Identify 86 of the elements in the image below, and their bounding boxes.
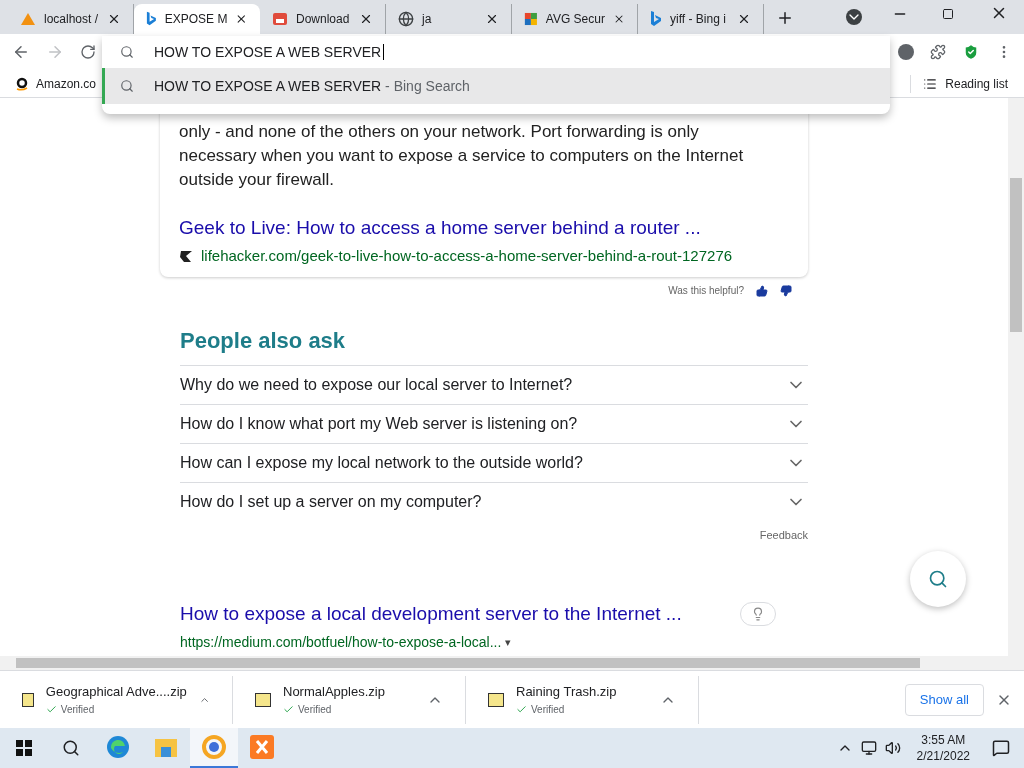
browser-tab[interactable]: AVG Secur <box>512 4 638 34</box>
search-icon <box>928 569 948 589</box>
store-icon <box>272 11 288 27</box>
question-row[interactable]: How can I expose my local network to the outside world? <box>180 443 808 482</box>
status-label: Verified <box>60 702 95 717</box>
caret-icon[interactable]: ▾ <box>505 634 512 651</box>
b-logo-icon <box>650 11 662 27</box>
lightbulb-icon <box>751 606 765 621</box>
zip-file-icon <box>488 692 504 707</box>
question-row[interactable]: How do I set up a server on my computer? <box>180 482 808 521</box>
list-icon <box>923 76 938 91</box>
restore-icon[interactable] <box>942 8 954 20</box>
check-icon <box>516 703 527 715</box>
tab-title: EXPOSE M <box>164 11 228 28</box>
file-name: NormalApples.zip <box>283 683 386 702</box>
tab-title: ja <box>422 11 433 28</box>
thumbs-up-icon[interactable] <box>756 284 768 297</box>
reading-list-button[interactable]: Reading list <box>910 74 1008 93</box>
shield-icon[interactable] <box>962 43 980 61</box>
show-all-button[interactable]: Show all <box>904 683 984 716</box>
result-url: https://medium.com/botfuel/how-to-expose-a-local... <box>180 633 502 652</box>
close-icon[interactable] <box>485 12 499 26</box>
download-item[interactable]: Geographical Adve....zip Verified <box>0 675 233 724</box>
result-link[interactable]: Geek to Live: How to access a home server behind a router ... <box>179 214 789 243</box>
check-icon <box>283 703 294 715</box>
status-label: Verified <box>531 702 565 717</box>
tab-title: AVG Secur <box>545 11 605 28</box>
result-url: lifehacker.com/geek-to-live-how-to-access-a-home-server-behind-a-rout-127276 <box>201 245 733 266</box>
vertical-scrollbar[interactable] <box>1008 98 1024 656</box>
extensions-icon[interactable] <box>930 44 946 60</box>
amazon-logo-icon <box>16 76 28 91</box>
tab-title: localhost / <box>44 11 99 28</box>
search-icon <box>120 45 134 59</box>
volume-icon[interactable] <box>884 740 901 756</box>
file-name: Raining Trash.zip <box>516 683 618 702</box>
bookmark-label: Amazon.co <box>36 75 97 93</box>
search-icon[interactable] <box>62 739 80 757</box>
new-tab-icon[interactable] <box>776 9 794 27</box>
edge-logo-icon <box>106 735 130 759</box>
question-row[interactable]: Why do we need to expose our local server to Internet? <box>180 365 808 404</box>
suggestion-row[interactable]: HOW TO EXPOSE A WEB SERVER - Bing Search <box>102 68 890 104</box>
xampp-logo-icon <box>250 735 274 759</box>
feedback-link[interactable]: Feedback <box>759 527 808 544</box>
suggestion-text: HOW TO EXPOSE A WEB SERVER - Bing Search <box>154 76 470 96</box>
status-label: Verified <box>298 702 332 717</box>
snippet-text: only - and none of the others on your network. Port forwarding is only necessary when you want to expose a service to computers on the Internet outside your firewall. <box>179 121 745 191</box>
network-icon[interactable] <box>860 740 877 756</box>
browser-tab[interactable]: yiff - Bing i <box>638 4 764 34</box>
sail-logo-icon <box>20 12 36 26</box>
section-heading: People also ask <box>180 327 347 355</box>
zip-file-icon <box>22 692 34 707</box>
browser-logo-icon <box>202 735 226 759</box>
browser-tab[interactable]: ja <box>386 4 512 34</box>
file-name: Geographical Adve....zip <box>45 683 187 702</box>
result-link[interactable]: How to expose a local development server to the Internet ... <box>180 599 682 628</box>
close-icon[interactable] <box>737 12 751 26</box>
tab-title: yiff - Bing i <box>670 11 727 28</box>
notification-icon[interactable] <box>992 739 1010 757</box>
browser-tab[interactable]: EXPOSE M <box>134 4 260 34</box>
search-icon <box>120 79 134 93</box>
lifehacker-logo-icon <box>179 248 193 263</box>
b-logo-icon <box>146 11 157 27</box>
horizontal-scrollbar[interactable] <box>0 656 1024 670</box>
zip-file-icon <box>255 692 271 707</box>
browser-tab[interactable]: Download <box>260 4 386 34</box>
bookmark-link[interactable]: Amazon.co <box>16 74 97 93</box>
taskbar-app[interactable] <box>190 728 238 768</box>
avg-logo-icon <box>524 11 538 27</box>
close-icon[interactable] <box>107 12 121 26</box>
reload-icon[interactable] <box>80 44 96 60</box>
thumbs-down-icon[interactable] <box>780 284 792 297</box>
globe-icon <box>398 11 414 27</box>
back-icon[interactable] <box>12 43 30 61</box>
tab-search-icon[interactable] <box>846 9 862 25</box>
search-button[interactable] <box>910 551 966 607</box>
tab-title: Download <box>296 11 351 28</box>
check-icon <box>45 703 57 715</box>
download-item[interactable]: Raining Trash.zip Verified <box>466 675 699 724</box>
close-icon[interactable] <box>235 12 248 26</box>
question-row[interactable]: How do I know what port my Web server is listening on? <box>180 404 808 443</box>
helpful-prompt: Was this helpful? <box>668 284 744 298</box>
clock[interactable]: 3:55 AM 2/21/2022 <box>916 732 970 764</box>
download-item[interactable]: NormalApples.zip Verified <box>233 675 466 724</box>
folder-icon <box>154 736 178 758</box>
close-icon[interactable] <box>359 12 373 26</box>
address-field[interactable]: HOW TO EXPOSE A WEB SERVER <box>102 36 890 68</box>
